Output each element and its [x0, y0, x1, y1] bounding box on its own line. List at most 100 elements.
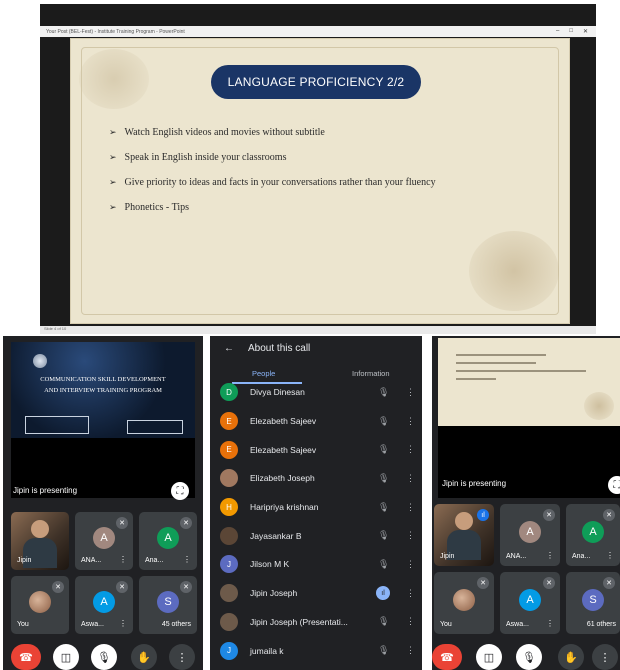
participant-tile-self[interactable]: ✕ You [434, 572, 494, 634]
mic-off-icon[interactable]: 🎙 [378, 416, 389, 427]
mic-toggle-button[interactable]: 🎙 [91, 644, 117, 670]
mic-off-icon[interactable]: 🎙 [378, 502, 389, 513]
participant-tile[interactable]: ıl Jipin [434, 504, 494, 566]
avatar [220, 469, 238, 488]
mic-off-icon[interactable]: 🎙 [378, 530, 389, 541]
participant-row[interactable]: E Elezabeth Sajeev 🎙 ⋮ [210, 435, 422, 464]
avatar: J [220, 641, 238, 660]
more-options-icon[interactable]: ⋮ [406, 444, 415, 455]
mic-off-icon: ✕ [543, 509, 555, 521]
participant-tile[interactable]: ✕ A ANA... ⋮ [75, 512, 133, 570]
others-count: 61 others [586, 621, 616, 628]
more-options-button[interactable]: ⋮ [169, 644, 195, 670]
mic-off-icon[interactable]: 🎙 [378, 473, 389, 484]
mic-off-icon[interactable]: 🎙 [378, 444, 389, 455]
tab-information[interactable]: Information [352, 369, 390, 378]
avatar: A [93, 591, 115, 613]
participant-row[interactable]: J Jilson M K 🎙 ⋮ [210, 550, 422, 579]
call-controls: ☎ ◫ 🎙 ✋ ⋮ [432, 644, 620, 670]
participant-name: Haripriya krishnan [250, 502, 319, 513]
participant-row[interactable]: D Divya Dinesan 🎙 ⋮ [210, 378, 422, 407]
more-options-icon[interactable]: ⋮ [406, 559, 415, 570]
end-call-button[interactable]: ☎ [432, 644, 462, 670]
mic-off-icon: ✕ [477, 577, 489, 589]
raise-hand-button[interactable]: ✋ [131, 644, 157, 670]
arrow-bullet-icon: ➢ [109, 127, 117, 137]
back-arrow-icon[interactable]: ← [224, 343, 234, 354]
minimize-icon[interactable]: – [556, 28, 559, 35]
more-options-icon[interactable]: ⋮ [546, 551, 554, 560]
mic-off-icon[interactable]: 🎙 [378, 559, 389, 570]
presentation-preview[interactable] [438, 338, 620, 426]
participant-name: Aswa... [506, 621, 529, 628]
mic-off-icon: ✕ [543, 577, 555, 589]
fullscreen-button[interactable]: ⛶ [171, 482, 189, 500]
participant-row[interactable]: Elizabeth Joseph 🎙 ⋮ [210, 464, 422, 493]
avatar [453, 589, 475, 611]
speaking-indicator-icon[interactable]: ıl [376, 586, 390, 601]
participant-row[interactable]: E Elezabeth Sajeev 🎙 ⋮ [210, 407, 422, 436]
participant-tile[interactable]: ✕ A Aswa... ⋮ [500, 572, 560, 634]
mic-off-icon[interactable]: 🎙 [378, 645, 389, 656]
camera-toggle-button[interactable]: ◫ [53, 644, 79, 670]
participant-row[interactable]: H Haripriya krishnan 🎙 ⋮ [210, 493, 422, 522]
fullscreen-icon: ⛶ [613, 479, 620, 491]
participant-row[interactable]: Jjumaila k 🎙 ⋮ [210, 636, 422, 665]
presentation-preview[interactable]: COMMUNICATION SKILL DEVELOPMENT AND INTE… [11, 342, 195, 438]
more-options-icon[interactable]: ⋮ [606, 551, 614, 560]
end-call-button[interactable]: ☎ [11, 644, 41, 670]
slide-title: LANGUAGE PROFICIENCY 2/2 [211, 65, 421, 99]
participant-row[interactable]: Jayasankar B 🎙 ⋮ [210, 521, 422, 550]
tab-people[interactable]: People [252, 369, 275, 378]
participant-tile[interactable]: ✕ A Ana... ⋮ [139, 512, 197, 570]
more-options-icon[interactable]: ⋮ [119, 555, 127, 564]
more-options-icon[interactable]: ⋮ [406, 530, 415, 541]
participant-name: Ana... [572, 553, 591, 560]
participant-name: Elezabeth Sajeev [250, 416, 317, 427]
hand-icon: ✋ [564, 651, 578, 664]
others-tile[interactable]: ✕ S 45 others [139, 576, 197, 634]
mic-off-icon[interactable]: 🎙 [378, 616, 389, 627]
participant-name: Jilson M K [250, 559, 290, 570]
about-call-panel: ← About this call People Information D Di… [210, 336, 422, 670]
participant-tile[interactable]: Jipin [11, 512, 69, 570]
participant-name: ANA... [506, 553, 527, 560]
camera-off-icon: ◫ [483, 651, 495, 664]
participant-tile[interactable]: ✕ A Aswa... ⋮ [75, 576, 133, 634]
participant-name: Jipin Joseph (Presentati... [250, 616, 348, 627]
participant-row[interactable]: Jipin Joseph (Presentati... 🎙 ⋮ [210, 608, 422, 637]
more-options-icon[interactable]: ⋮ [406, 588, 415, 599]
participant-row[interactable]: Jipin Joseph ıl ⋮ [210, 579, 422, 608]
mic-off-icon[interactable]: 🎙 [378, 387, 389, 398]
arrow-bullet-icon: ➢ [109, 177, 117, 187]
avatar: A [93, 527, 115, 549]
others-tile[interactable]: ✕ S 61 others [566, 572, 620, 634]
more-options-icon[interactable]: ⋮ [406, 416, 415, 427]
participant-tile[interactable]: ✕ A Ana... ⋮ [566, 504, 620, 566]
avatar [31, 520, 49, 538]
maximize-icon[interactable]: □ [569, 28, 573, 35]
more-options-button[interactable]: ⋮ [592, 644, 618, 670]
slide-box-right [127, 420, 183, 434]
more-options-icon[interactable]: ⋮ [406, 616, 415, 627]
fullscreen-button[interactable]: ⛶ [608, 476, 620, 494]
hand-icon: ✋ [137, 651, 151, 664]
avatar: A [157, 527, 179, 549]
close-icon[interactable]: ✕ [583, 28, 588, 35]
more-options-icon[interactable]: ⋮ [119, 619, 127, 628]
participant-tile-self[interactable]: ✕ You [11, 576, 69, 634]
more-options-icon[interactable]: ⋮ [406, 502, 415, 513]
more-options-icon[interactable]: ⋮ [406, 387, 415, 398]
more-options-icon[interactable]: ⋮ [406, 473, 415, 484]
raise-hand-button[interactable]: ✋ [558, 644, 584, 670]
avatar: A [519, 521, 541, 543]
more-options-icon[interactable]: ⋮ [406, 645, 415, 656]
mic-toggle-button[interactable]: 🎙 [516, 644, 542, 670]
slide-bullet: ➢ Watch English videos and movies without… [109, 127, 325, 138]
participant-tile[interactable]: ✕ A ANA... ⋮ [500, 504, 560, 566]
avatar: E [220, 440, 238, 459]
camera-toggle-button[interactable]: ◫ [476, 644, 502, 670]
more-options-icon[interactable]: ⋮ [546, 619, 554, 628]
more-options-icon[interactable]: ⋮ [183, 555, 191, 564]
avatar: S [157, 591, 179, 613]
